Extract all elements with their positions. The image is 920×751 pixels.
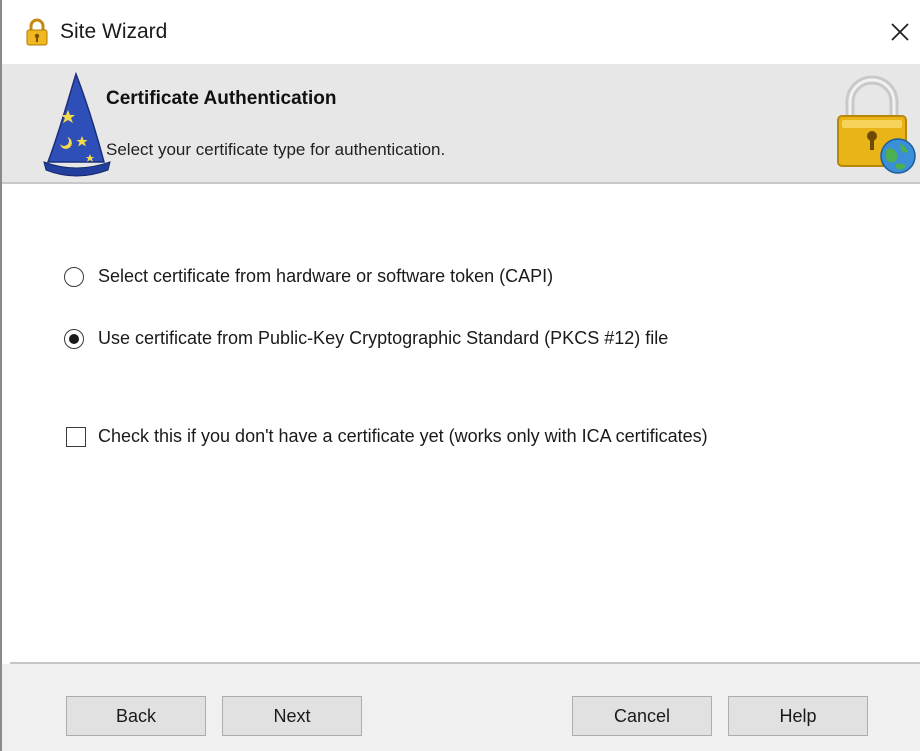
window-title: Site Wizard bbox=[60, 20, 168, 43]
wizard-header: Certificate Authentication Select your c… bbox=[2, 64, 920, 184]
option-pkcs[interactable]: Use certificate from Public-Key Cryptogr… bbox=[64, 328, 668, 349]
lock-globe-icon bbox=[837, 75, 916, 174]
lock-icon bbox=[26, 18, 48, 46]
pkcs-radio[interactable] bbox=[64, 328, 84, 349]
no-certificate-label: Check this if you don't have a certifica… bbox=[98, 426, 708, 446]
option-capi[interactable]: Select certificate from hardware or soft… bbox=[64, 266, 553, 287]
wizard-hat-icon bbox=[43, 71, 111, 177]
cancel-button[interactable]: Cancel bbox=[572, 696, 712, 736]
capi-radio[interactable] bbox=[64, 266, 84, 287]
option-no-certificate[interactable]: Check this if you don't have a certifica… bbox=[66, 426, 708, 447]
radio-selected-dot bbox=[69, 333, 79, 344]
close-icon bbox=[891, 23, 909, 41]
footer-divider bbox=[10, 662, 920, 664]
back-button[interactable]: Back bbox=[66, 696, 206, 736]
header-title: Certificate Authentication bbox=[106, 88, 337, 109]
header-subtitle: Select your certificate type for authent… bbox=[106, 140, 446, 159]
capi-label: Select certificate from hardware or soft… bbox=[98, 266, 554, 286]
site-wizard-window: Site Wizard Certificate Authentication S… bbox=[0, 0, 920, 751]
close-button[interactable] bbox=[880, 12, 920, 52]
help-button[interactable]: Help bbox=[728, 696, 868, 736]
next-button[interactable]: Next bbox=[222, 696, 362, 736]
no-certificate-checkbox[interactable] bbox=[66, 426, 86, 447]
title-bar: Site Wizard bbox=[2, 0, 920, 64]
pkcs-label: Use certificate from Public-Key Cryptogr… bbox=[98, 328, 669, 348]
